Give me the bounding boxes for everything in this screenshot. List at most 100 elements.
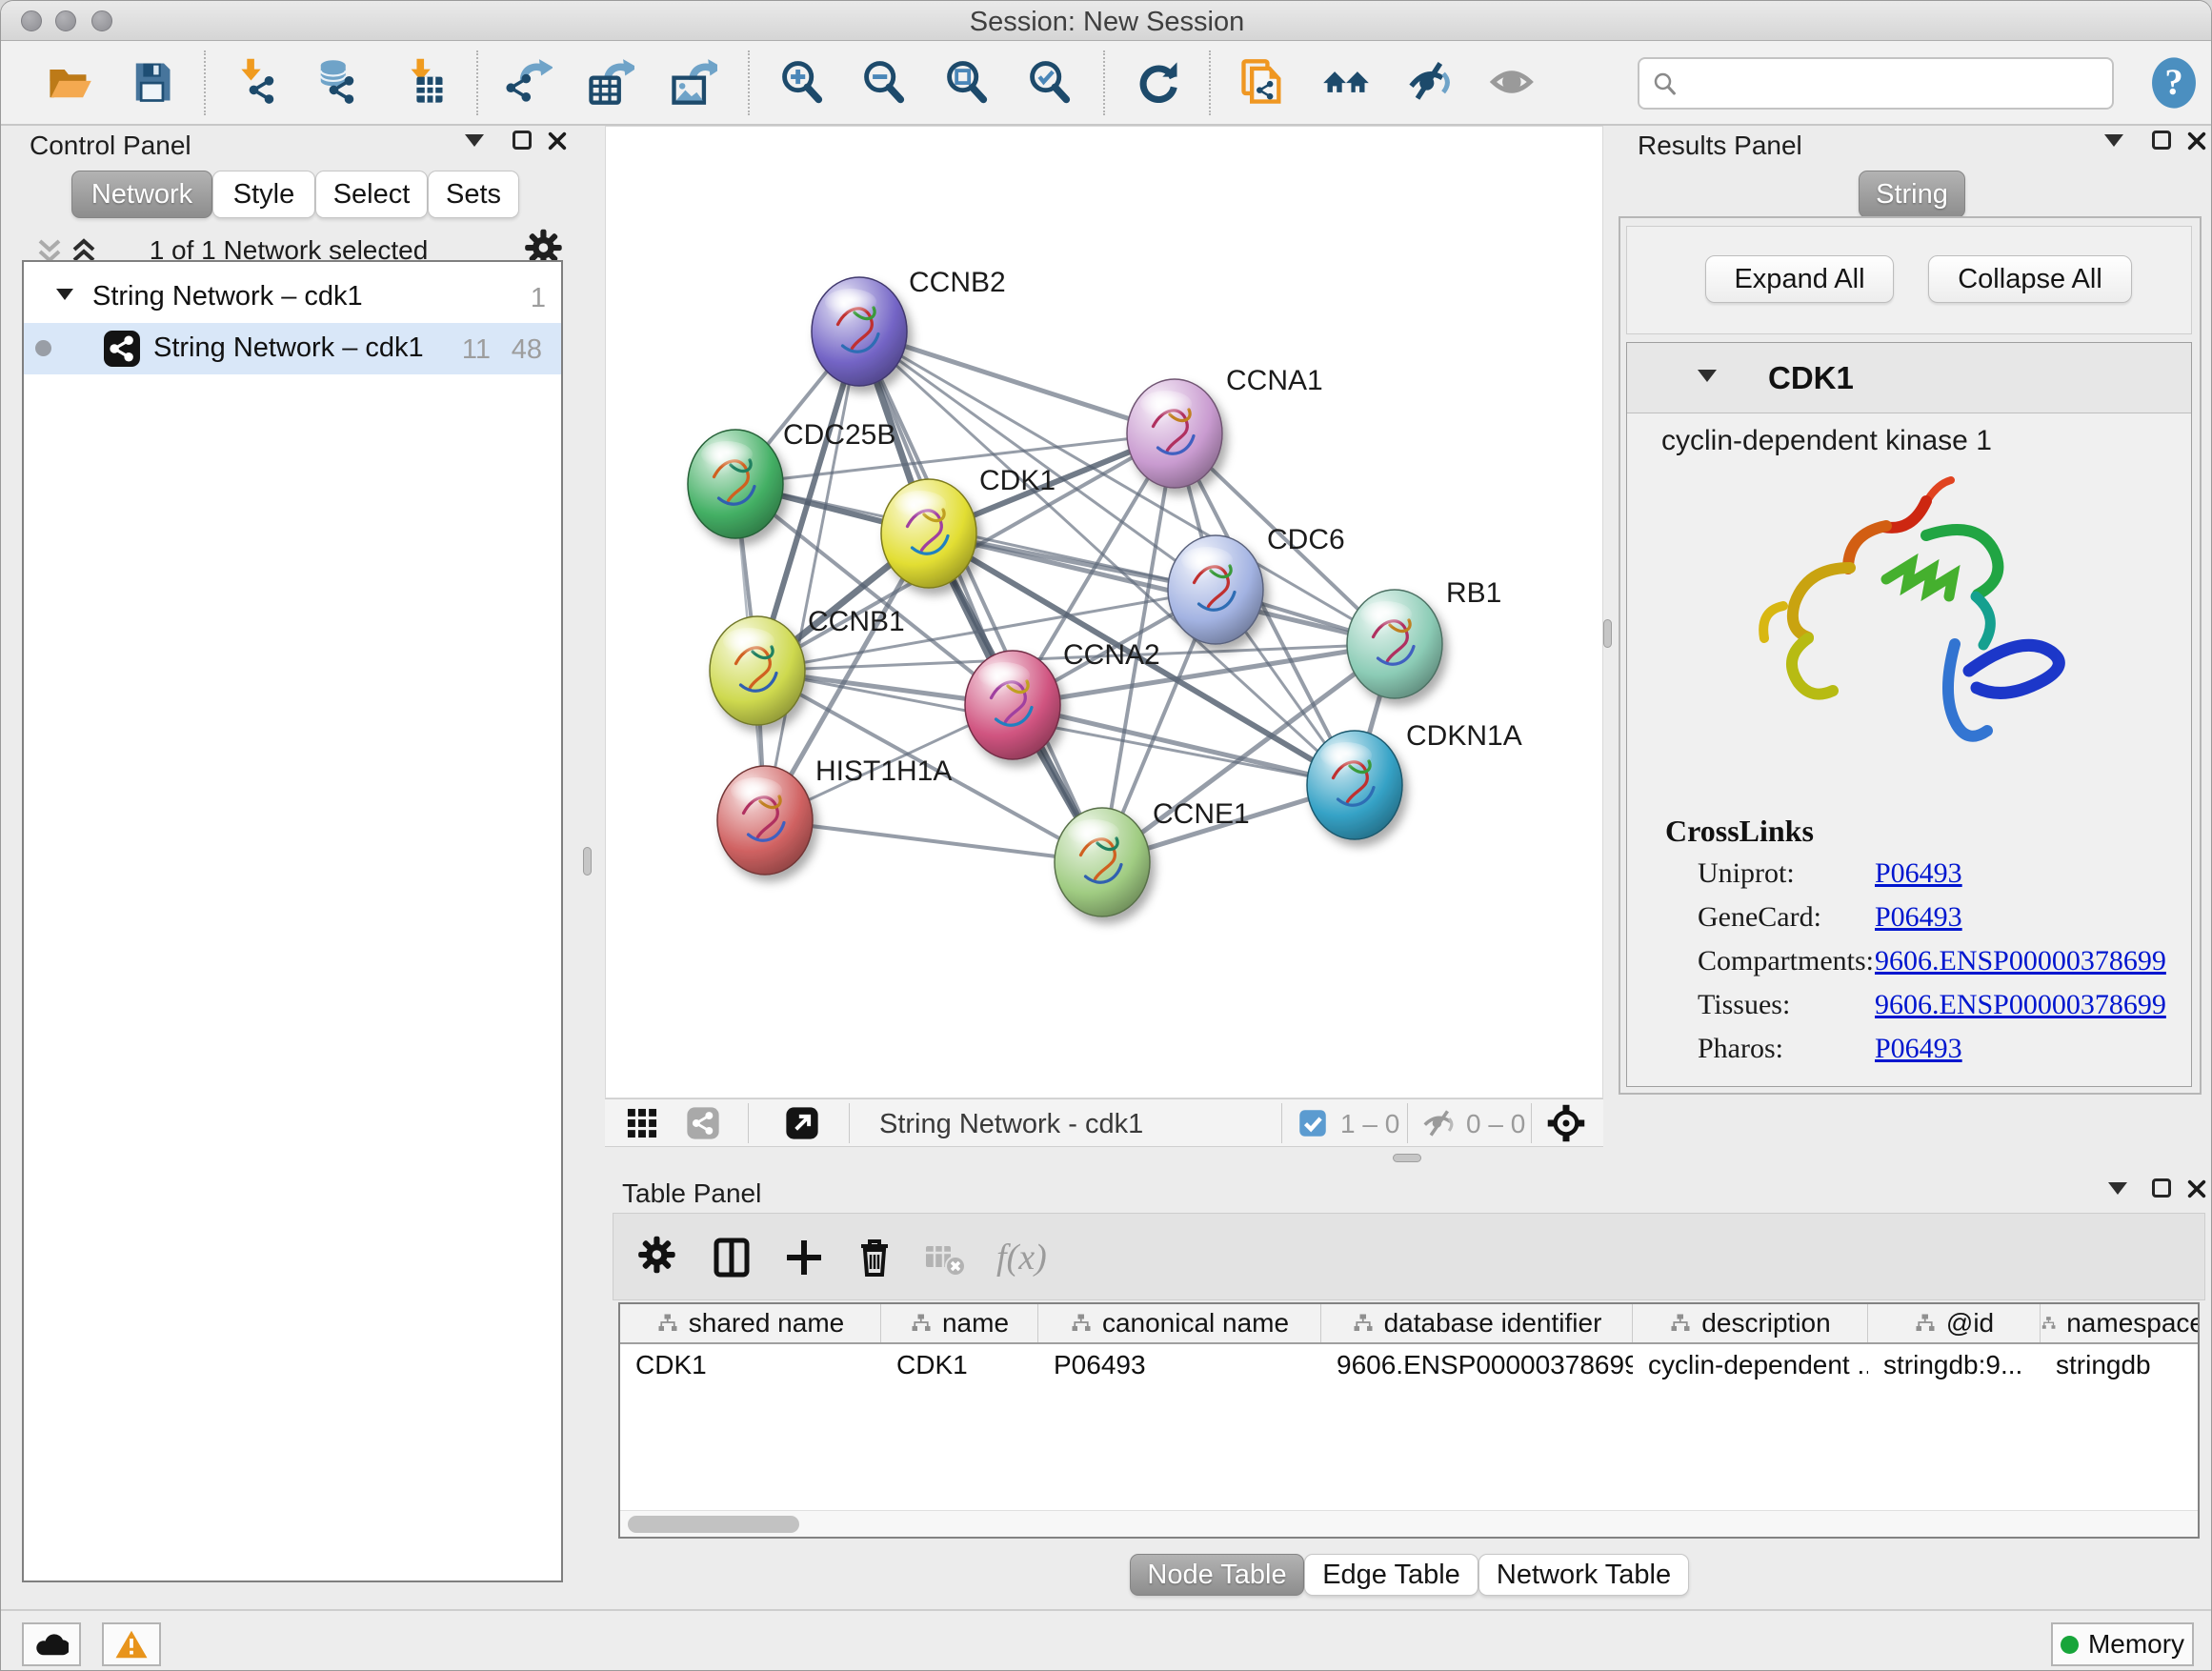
toolbar-button-save-session[interactable] — [127, 57, 176, 107]
table-cell[interactable]: 9606.ENSP00000378699 — [1321, 1344, 1633, 1386]
bottom-splitter-handle[interactable] — [1393, 1154, 1421, 1162]
toolbar-button-export-network[interactable] — [503, 57, 553, 107]
create-column-icon[interactable] — [781, 1235, 827, 1280]
network-canvas[interactable]: CCNB2CCNA1CDC25BCDK1CDC6RB1CCNB1CCNA2CDK… — [605, 126, 1603, 1098]
expand-all-button[interactable]: Expand All — [1705, 255, 1894, 303]
control-panel-float-button[interactable] — [513, 131, 532, 150]
network-edge[interactable] — [765, 332, 859, 820]
tab-string[interactable]: String — [1859, 171, 1965, 218]
tab-style[interactable]: Style — [212, 171, 315, 218]
results-panel-menu-icon[interactable] — [2104, 134, 2123, 147]
crosslink-link[interactable]: P06493 — [1875, 1033, 1962, 1065]
network-node-RB1[interactable]: RB1 — [1347, 577, 1501, 698]
crosslink-link[interactable]: P06493 — [1875, 857, 1962, 890]
column-header-namespace[interactable]: namespace — [2041, 1304, 2200, 1342]
results-panel-float-button[interactable] — [2152, 131, 2171, 150]
tab-edge-table[interactable]: Edge Table — [1304, 1554, 1478, 1596]
network-node-CCNA1[interactable]: CCNA1 — [1127, 365, 1323, 488]
tab-sets[interactable]: Sets — [428, 171, 519, 218]
cloud-button[interactable] — [22, 1622, 81, 1666]
search-box[interactable] — [1638, 57, 2114, 110]
collection-disclosure-icon[interactable] — [56, 289, 73, 300]
warnings-button[interactable] — [102, 1622, 161, 1666]
protein-disclosure-icon[interactable] — [1698, 370, 1717, 382]
toolbar-button-home-networks[interactable] — [1321, 57, 1371, 107]
column-header-@id[interactable]: @id — [1868, 1304, 2041, 1342]
string-style-icon[interactable] — [685, 1105, 721, 1141]
table-cell[interactable]: stringdb — [2041, 1344, 2200, 1386]
toolbar-button-import-table[interactable] — [399, 57, 449, 107]
column-header-shared-name[interactable]: shared name — [620, 1304, 881, 1342]
toolbar-button-import-network[interactable] — [231, 57, 281, 107]
right-splitter-handle[interactable] — [1603, 619, 1612, 648]
tab-network[interactable]: Network — [71, 171, 212, 218]
toolbar-divider — [476, 50, 478, 115]
table-row[interactable]: CDK1CDK1P064939606.ENSP00000378699cyclin… — [620, 1344, 2198, 1386]
toolbar-button-show-panels[interactable] — [1489, 57, 1538, 107]
toolbar-button-export-table[interactable] — [585, 57, 634, 107]
function-builder-icon[interactable]: f(x) — [991, 1235, 1065, 1280]
network-edge[interactable] — [765, 820, 1102, 862]
column-header-name[interactable]: name — [881, 1304, 1038, 1342]
toolbar-button-zoom-fit[interactable] — [942, 57, 992, 107]
protein-card-header[interactable]: CDK1 — [1627, 343, 2191, 413]
table-panel-close-icon[interactable] — [2186, 1178, 2207, 1199]
results-panel-close-icon[interactable] — [2186, 131, 2207, 151]
toolbar-button-refresh[interactable] — [1134, 57, 1183, 107]
table-cell[interactable]: CDK1 — [881, 1344, 1038, 1386]
selected-checkbox-icon[interactable] — [1298, 1109, 1327, 1137]
network-node-HIST1H1A[interactable]: HIST1H1A — [717, 755, 952, 875]
toolbar-button-zoom-out[interactable] — [859, 57, 909, 107]
column-header-database-identifier[interactable]: database identifier — [1321, 1304, 1633, 1342]
table-panel-float-button[interactable] — [2152, 1178, 2171, 1198]
column-header-canonical-name[interactable]: canonical name — [1038, 1304, 1321, 1342]
table-cell[interactable]: CDK1 — [620, 1344, 881, 1386]
delete-column-icon[interactable] — [852, 1235, 897, 1280]
control-panel-close-icon[interactable] — [547, 131, 568, 151]
network-node-CDKN1A[interactable]: CDKN1A — [1307, 720, 1522, 839]
title-bar: Session: New Session — [1, 1, 2212, 41]
tab-network-table[interactable]: Network Table — [1478, 1554, 1689, 1596]
toolbar-button-share-document[interactable] — [1237, 57, 1287, 107]
tab-node-table[interactable]: Node Table — [1130, 1554, 1304, 1596]
fit-selected-crosshair-icon[interactable] — [1546, 1103, 1586, 1143]
crosslink-link[interactable]: 9606.ENSP00000378699 — [1875, 989, 2166, 1021]
toolbar-button-zoom-in[interactable] — [777, 57, 827, 107]
column-header-description[interactable]: description — [1633, 1304, 1868, 1342]
memory-button[interactable]: Memory — [2051, 1622, 2194, 1666]
control-panel-menu-icon[interactable] — [465, 134, 484, 147]
collection-label: String Network – cdk1 — [92, 281, 363, 312]
birds-eye-view-icon[interactable] — [624, 1105, 660, 1141]
network-edge[interactable] — [1013, 705, 1355, 785]
network-node-CCNE1[interactable]: CCNE1 — [1055, 798, 1250, 916]
show-columns-icon[interactable] — [709, 1235, 754, 1280]
toolbar-button-import-database[interactable] — [312, 57, 361, 107]
crosslink-link[interactable]: 9606.ENSP00000378699 — [1875, 945, 2166, 977]
table-panel-title: Table Panel — [622, 1178, 761, 1209]
toolbar-button-open-session[interactable] — [45, 57, 94, 107]
toolbar-button-hide-panels[interactable] — [1405, 57, 1455, 107]
network-edge[interactable] — [859, 332, 1175, 433]
crosslink-link[interactable]: P06493 — [1875, 901, 1962, 934]
search-input[interactable] — [1679, 68, 2112, 100]
hidden-eye-slash-icon[interactable] — [1420, 1105, 1457, 1141]
table-options-gear-icon[interactable] — [636, 1235, 682, 1280]
table-cell[interactable]: stringdb:9... — [1868, 1344, 2041, 1386]
help-button[interactable]: ? — [2146, 55, 2202, 111]
table-cell[interactable]: cyclin-dependent ... — [1633, 1344, 1868, 1386]
crosslink-label: GeneCard: — [1698, 901, 1821, 934]
table-cell[interactable]: P06493 — [1038, 1344, 1321, 1386]
tab-select[interactable]: Select — [315, 171, 428, 218]
show-panels-icon — [1489, 57, 1538, 107]
toolbar-button-export-image[interactable] — [668, 57, 717, 107]
open-in-window-icon[interactable] — [784, 1105, 820, 1141]
left-splitter-handle[interactable] — [583, 847, 592, 876]
table-panel-menu-icon[interactable] — [2108, 1182, 2127, 1195]
network-collection-row[interactable]: String Network – cdk1 1 — [24, 272, 561, 323]
collapse-all-button[interactable]: Collapse All — [1928, 255, 2132, 303]
delete-table-icon[interactable] — [922, 1235, 968, 1280]
toolbar-button-zoom-selected[interactable] — [1025, 57, 1075, 107]
scrollbar-thumb[interactable] — [628, 1516, 799, 1533]
table-horizontal-scrollbar[interactable] — [620, 1510, 2198, 1537]
network-row-selected[interactable]: String Network – cdk1 11 48 — [24, 323, 561, 374]
